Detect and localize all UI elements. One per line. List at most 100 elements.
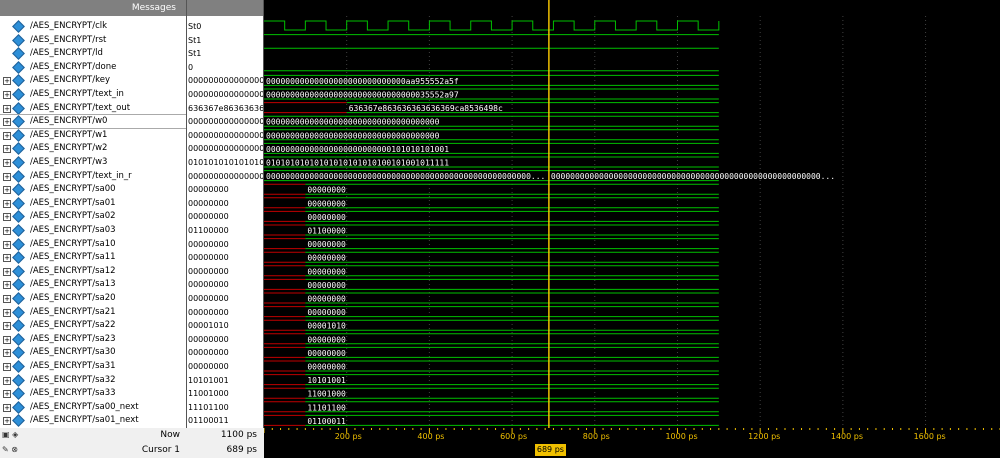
signal-row[interactable]: + /AES_ENCRYPT/text_in_r bbox=[0, 169, 186, 183]
expand-icon[interactable]: + bbox=[3, 254, 11, 263]
bus-segment bbox=[264, 224, 306, 236]
bus-segment bbox=[264, 278, 306, 290]
expand-icon[interactable]: + bbox=[3, 172, 11, 181]
signal-row[interactable]: + /AES_ENCRYPT/sa01 bbox=[0, 196, 186, 210]
waveform-canvas[interactable]: 00000000000000000000000000000aa955552a5f… bbox=[264, 0, 1000, 428]
expand-icon[interactable]: + bbox=[3, 227, 11, 235]
signal-row[interactable]: /AES_ENCRYPT/clk bbox=[0, 20, 186, 33]
signal-row[interactable]: + /AES_ENCRYPT/sa00_next bbox=[0, 400, 186, 414]
expand-icon[interactable]: + bbox=[3, 403, 11, 412]
signal-row[interactable]: + /AES_ENCRYPT/sa13 bbox=[0, 278, 186, 292]
expand-icon[interactable]: + bbox=[3, 295, 11, 303]
expand-icon[interactable]: + bbox=[3, 131, 11, 140]
signal-row[interactable]: /AES_ENCRYPT/rst bbox=[0, 33, 186, 47]
tick-label: 1200 ps bbox=[748, 432, 781, 441]
signal-name: /AES_ENCRYPT/text_in bbox=[30, 89, 124, 99]
signal-row[interactable]: + /AES_ENCRYPT/text_out bbox=[0, 101, 186, 115]
signal-row[interactable]: + /AES_ENCRYPT/key bbox=[0, 74, 186, 88]
signal-value: St1 bbox=[188, 35, 202, 45]
signal-row[interactable]: + /AES_ENCRYPT/sa03 bbox=[0, 224, 186, 237]
expand-icon[interactable]: + bbox=[3, 186, 11, 195]
cursor-flag[interactable]: 689 ps bbox=[534, 444, 566, 456]
signal-row[interactable]: + /AES_ENCRYPT/sa10 bbox=[0, 237, 186, 251]
expand-icon[interactable]: + bbox=[3, 159, 11, 167]
signal-name: /AES_ENCRYPT/sa12 bbox=[30, 265, 116, 276]
bus-segment bbox=[305, 401, 719, 413]
signal-name: /AES_ENCRYPT/w3 bbox=[30, 157, 108, 167]
signal-row[interactable]: + /AES_ENCRYPT/sa32 bbox=[0, 373, 186, 387]
waveform-pane[interactable]: 00000000000000000000000000000aa955552a5f… bbox=[264, 0, 1000, 428]
expand-icon[interactable]: + bbox=[3, 240, 11, 249]
expand-icon[interactable]: + bbox=[3, 417, 11, 426]
expand-icon[interactable]: + bbox=[3, 267, 11, 276]
signal-row[interactable]: + /AES_ENCRYPT/sa01_next bbox=[0, 414, 186, 428]
signal-value: 00000000 bbox=[188, 307, 229, 317]
signal-row[interactable]: /AES_ENCRYPT/done bbox=[0, 60, 186, 74]
bus-segment bbox=[264, 238, 306, 250]
signal-row[interactable]: + /AES_ENCRYPT/w1 bbox=[0, 128, 186, 142]
expand-icon[interactable]: + bbox=[3, 390, 11, 399]
signal-value: St1 bbox=[188, 49, 202, 59]
signal-diamond-icon bbox=[12, 128, 25, 142]
time-ruler[interactable]: 200 ps 400 ps 600 ps 800 ps 1000 ps 1200 ps 14… bbox=[264, 428, 1000, 443]
signal-value: 000000000000000000 bbox=[188, 144, 263, 154]
signal-name: /AES_ENCRYPT/key bbox=[30, 75, 110, 86]
tick-label: 400 ps bbox=[417, 432, 445, 441]
signal-row[interactable]: + /AES_ENCRYPT/sa31 bbox=[0, 360, 186, 373]
bus-label: 00000000 bbox=[307, 240, 346, 249]
signal-row[interactable]: + /AES_ENCRYPT/sa00 bbox=[0, 183, 186, 197]
signal-row[interactable]: + /AES_ENCRYPT/sa30 bbox=[0, 346, 186, 360]
signal-row[interactable]: + /AES_ENCRYPT/w2 bbox=[0, 142, 186, 156]
signal-diamond-icon bbox=[12, 332, 25, 346]
expand-icon[interactable]: + bbox=[3, 322, 11, 331]
signal-diamond-icon bbox=[12, 169, 25, 183]
signal-row[interactable]: + /AES_ENCRYPT/sa23 bbox=[0, 332, 186, 346]
expand-icon[interactable]: + bbox=[3, 199, 11, 208]
signal-name: /AES_ENCRYPT/sa13 bbox=[30, 279, 116, 290]
bus-segment bbox=[305, 292, 719, 304]
expand-icon[interactable]: + bbox=[3, 77, 11, 86]
expand-icon[interactable]: + bbox=[3, 349, 11, 358]
bus-label: 01100000 bbox=[307, 227, 346, 236]
signal-row[interactable]: + /AES_ENCRYPT/sa21 bbox=[0, 305, 186, 319]
pane-splitter[interactable] bbox=[263, 0, 264, 458]
tick-label: 1400 ps bbox=[830, 432, 864, 441]
signal-row[interactable]: + /AES_ENCRYPT/sa02 bbox=[0, 210, 186, 224]
expand-icon[interactable]: + bbox=[3, 104, 11, 113]
signal-diamond-icon bbox=[12, 115, 25, 129]
signal-list[interactable]: /AES_ENCRYPT/clk/AES_ENCRYPT/rst/AES_ENC… bbox=[0, 16, 186, 428]
signal-name: /AES_ENCRYPT/sa33 bbox=[30, 388, 116, 399]
signal-name: /AES_ENCRYPT/w0 bbox=[30, 116, 108, 127]
expand-icon[interactable]: + bbox=[3, 376, 11, 385]
signal-row[interactable]: + /AES_ENCRYPT/sa12 bbox=[0, 264, 186, 278]
signal-name: /AES_ENCRYPT/sa22 bbox=[30, 320, 116, 331]
pane-splitter[interactable] bbox=[186, 0, 187, 458]
expand-icon[interactable]: + bbox=[3, 363, 11, 371]
signal-value: 00000000 bbox=[188, 239, 229, 249]
signal-row[interactable]: + /AES_ENCRYPT/sa22 bbox=[0, 319, 186, 333]
expand-icon[interactable]: + bbox=[3, 118, 11, 127]
cursor-strip[interactable]: 689 ps bbox=[264, 443, 1000, 458]
signal-row[interactable]: + /AES_ENCRYPT/text_in bbox=[0, 88, 186, 101]
cursor-value[interactable]: 689 ps bbox=[187, 443, 257, 457]
signal-row[interactable]: + /AES_ENCRYPT/w0 bbox=[0, 114, 186, 130]
bus-segment bbox=[264, 210, 306, 222]
signal-row[interactable]: + /AES_ENCRYPT/w3 bbox=[0, 156, 186, 169]
expand-icon[interactable]: + bbox=[3, 335, 11, 344]
expand-icon[interactable]: + bbox=[3, 213, 11, 222]
signal-name: /AES_ENCRYPT/sa01_next bbox=[30, 415, 139, 426]
signal-row[interactable]: + /AES_ENCRYPT/sa33 bbox=[0, 387, 186, 401]
signal-diamond-icon bbox=[12, 210, 25, 224]
bus-segment bbox=[264, 251, 306, 263]
expand-icon[interactable]: + bbox=[3, 281, 11, 290]
bus-label: 01100011 bbox=[307, 417, 346, 426]
now-label: Now bbox=[160, 430, 180, 440]
expand-icon[interactable]: + bbox=[3, 91, 11, 99]
bus-segment bbox=[264, 387, 306, 399]
signal-row[interactable]: + /AES_ENCRYPT/sa20 bbox=[0, 292, 186, 305]
expand-icon[interactable]: + bbox=[3, 308, 11, 317]
signal-row[interactable]: /AES_ENCRYPT/ld bbox=[0, 47, 186, 61]
bus-label: 00000000 bbox=[307, 213, 346, 222]
signal-row[interactable]: + /AES_ENCRYPT/sa11 bbox=[0, 251, 186, 265]
expand-icon[interactable]: + bbox=[3, 145, 11, 154]
